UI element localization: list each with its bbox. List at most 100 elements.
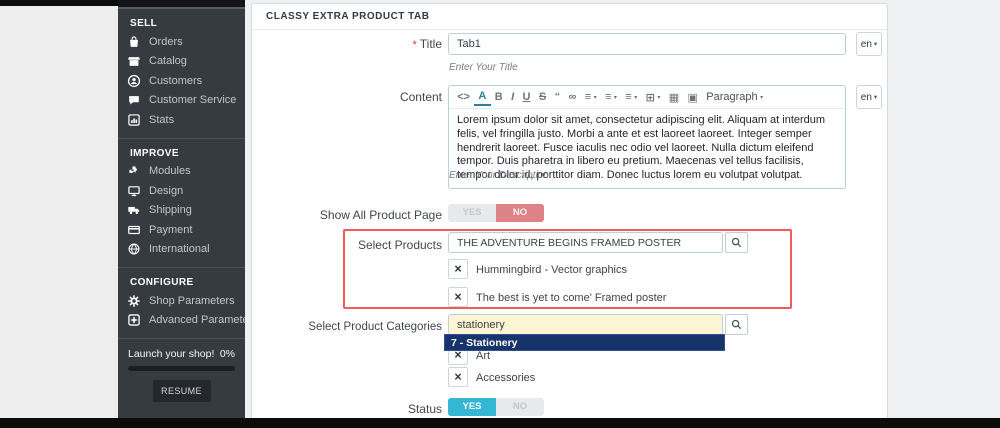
sidebar-item-label: Customer Service — [149, 94, 237, 107]
sidebar-top-bar — [118, 0, 245, 9]
unordered-list-dropdown[interactable]: ≡ ▾ — [601, 87, 621, 107]
title-input[interactable] — [448, 33, 846, 55]
search-icon — [731, 237, 742, 248]
sidebar-item-shipping[interactable]: Shipping — [118, 201, 245, 221]
remove-category-button[interactable]: × — [448, 367, 468, 387]
show-all-label: Show All Product Page — [319, 208, 442, 222]
sidebar-item-label: International — [149, 243, 210, 256]
chevron-down-icon: ▾ — [657, 94, 661, 101]
search-icon — [731, 319, 742, 330]
sidebar-divider — [118, 267, 245, 268]
sidebar-item-modules[interactable]: Modules — [118, 162, 245, 182]
panel-title: CLASSY EXTRA PRODUCT TAB — [252, 4, 887, 30]
sidebar-divider — [118, 338, 245, 339]
content-label: Content — [399, 90, 442, 104]
chevron-down-icon: ▾ — [613, 94, 617, 101]
sidebar-item-customer-service[interactable]: Customer Service — [118, 91, 245, 111]
chevron-down-icon: ▾ — [634, 94, 638, 101]
status-yes-button[interactable]: YES — [448, 398, 496, 416]
status-label: Status — [407, 402, 442, 416]
launch-label: Launch your shop! — [128, 348, 215, 360]
sidebar-item-label: Advanced Parameters — [149, 314, 258, 327]
select-products-input[interactable] — [448, 232, 723, 253]
monitor-icon — [126, 183, 142, 199]
title-helper-text: Enter Your Title — [449, 62, 518, 73]
page-left-gutter — [0, 6, 118, 418]
sidebar-item-label: Shipping — [149, 204, 192, 217]
link-icon[interactable]: ∞ — [564, 87, 580, 107]
sidebar-item-label: Shop Parameters — [149, 294, 235, 307]
select-products-search-button[interactable] — [725, 232, 748, 253]
sidebar-item-label: Catalog — [149, 55, 187, 68]
editor-toolbar: <> A B I U S “ ∞ ≡ ▾ ≡ ▾ ≡ ▾ ⊞ ▾ ▦ ▣ Paragra… — [449, 86, 845, 109]
embed-icon[interactable]: ▣ — [683, 87, 702, 107]
page-bottom-bar — [0, 418, 1000, 428]
sidebar-item-label: Design — [149, 184, 184, 197]
show-all-yes-button[interactable]: YES — [448, 204, 496, 222]
remove-product-button[interactable]: × — [448, 287, 468, 307]
text-color-icon[interactable]: A — [474, 88, 491, 106]
table-icon: ⊞ — [645, 91, 655, 104]
selected-category-item: Accessories — [476, 372, 536, 384]
gear-icon — [126, 293, 142, 309]
show-all-toggle: YES NO — [448, 204, 544, 222]
sidebar-item-payment[interactable]: Payment — [118, 220, 245, 240]
selected-product-item: Hummingbird - Vector graphics — [476, 264, 628, 276]
main-area: CLASSY EXTRA PRODUCT TAB *Title en▾ Ente… — [245, 0, 1000, 418]
strikethrough-icon[interactable]: S — [535, 87, 551, 107]
content-helper-text: Enter Your Description — [449, 170, 549, 181]
sidebar-item-orders[interactable]: Orders — [118, 32, 245, 52]
table-dropdown[interactable]: ⊞ ▾ — [641, 87, 664, 107]
blockquote-icon[interactable]: “ — [550, 87, 564, 107]
stats-icon — [126, 112, 142, 128]
content-language-dropdown[interactable]: en ▾ — [856, 85, 882, 109]
remove-product-button[interactable]: × — [448, 259, 468, 279]
credit-card-icon — [126, 222, 142, 238]
sidebar-item-advanced-parameters[interactable]: Advanced Parameters — [118, 311, 258, 331]
sidebar-item-customers[interactable]: Customers — [118, 71, 245, 91]
launch-percent: 0% — [219, 348, 235, 360]
chevron-down-icon: ▾ — [760, 94, 764, 101]
truck-icon — [126, 202, 142, 218]
ordered-list-icon: ≡ — [625, 91, 632, 103]
select-products-label: Select Products — [357, 238, 442, 252]
unordered-list-icon: ≡ — [604, 91, 612, 103]
sidebar-item-shop-parameters[interactable]: Shop Parameters — [118, 291, 245, 311]
select-categories-search-button[interactable] — [725, 314, 748, 335]
sidebar-item-label: Stats — [149, 113, 175, 126]
title-language-dropdown[interactable]: en ▾ — [856, 32, 882, 56]
bold-icon[interactable]: B — [491, 87, 507, 107]
sidebar-item-design[interactable]: Design — [118, 181, 245, 201]
autocomplete-option[interactable]: 7 - Stationery — [444, 334, 725, 351]
customer-icon — [126, 73, 142, 89]
status-toggle: YES NO — [448, 398, 544, 416]
sidebar-item-stats[interactable]: Stats — [118, 110, 245, 130]
sidebar-section-sell: SELL — [130, 18, 158, 29]
status-no-button[interactable]: NO — [496, 398, 544, 416]
sidebar-item-label: Payment — [149, 223, 193, 236]
module-config-panel: CLASSY EXTRA PRODUCT TAB *Title en▾ Ente… — [251, 3, 888, 418]
ordered-list-dropdown[interactable]: ≡ ▾ — [621, 87, 641, 107]
chat-icon — [126, 92, 142, 108]
show-all-no-button[interactable]: NO — [496, 204, 544, 222]
image-icon[interactable]: ▦ — [665, 87, 684, 107]
align-icon: ≡ — [584, 91, 592, 103]
paragraph-style-dropdown[interactable]: Paragraph ▾ — [702, 87, 767, 107]
globe-icon — [126, 241, 142, 257]
selected-product-item: The best is yet to come' Framed poster — [476, 292, 667, 304]
chevron-down-icon: ▾ — [873, 41, 878, 48]
italic-icon[interactable]: I — [507, 87, 518, 107]
select-categories-label: Select Product Categories — [308, 321, 442, 333]
sidebar: SELL Orders Catalog Customers Customer S… — [118, 0, 258, 418]
sidebar-divider — [118, 137, 245, 139]
chevron-down-icon: ▾ — [873, 94, 878, 101]
select-categories-input[interactable] — [448, 314, 723, 335]
resume-button[interactable]: RESUME — [152, 380, 211, 402]
sidebar-item-label: Orders — [149, 35, 183, 48]
sidebar-item-catalog[interactable]: Catalog — [118, 52, 245, 72]
code-icon[interactable]: <> — [453, 87, 474, 107]
store-icon — [126, 53, 142, 69]
underline-icon[interactable]: U — [518, 87, 534, 107]
sidebar-item-international[interactable]: International — [118, 240, 245, 260]
align-dropdown[interactable]: ≡ ▾ — [580, 87, 600, 107]
